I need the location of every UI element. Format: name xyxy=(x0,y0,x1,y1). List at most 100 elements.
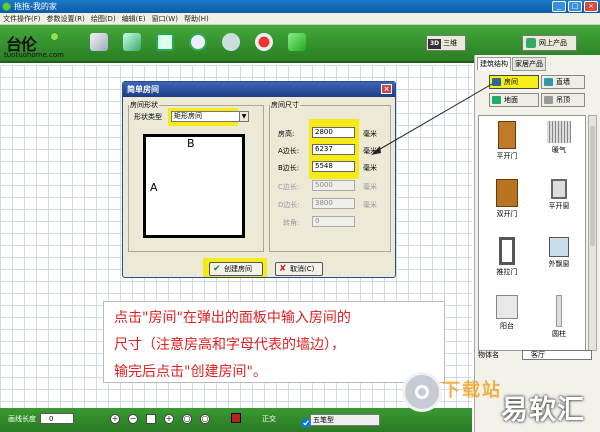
floor-button[interactable]: 地面 xyxy=(489,93,539,107)
watermark-text: 易软汇 xyxy=(501,395,585,426)
side-c-unit: 毫米 xyxy=(363,183,377,191)
app-icon xyxy=(2,2,11,11)
item-label: 阳台 xyxy=(500,322,514,330)
window-icon xyxy=(551,179,567,199)
shape-type-value: 矩形房间 xyxy=(174,112,202,120)
callout-line: 尺寸（注意房高和字母代表的墙边）， xyxy=(114,337,345,353)
floor-button-label: 地面 xyxy=(504,96,518,104)
rotate-icon[interactable]: ○ xyxy=(200,414,210,424)
wall-icon xyxy=(544,78,553,86)
pan-icon[interactable]: ○ xyxy=(182,414,192,424)
fit-view-icon[interactable] xyxy=(146,414,156,424)
create-room-button[interactable]: ✔ 创建房间 xyxy=(209,262,263,276)
ortho-checkbox-input[interactable] xyxy=(302,419,310,427)
ceiling-button-label: 吊顶 xyxy=(556,96,570,104)
list-item[interactable]: 推拉门 xyxy=(483,234,531,278)
list-item[interactable]: 圆柱 xyxy=(535,292,583,338)
radiator-icon xyxy=(547,121,571,143)
balcony-icon xyxy=(496,295,518,319)
logo-dot-icon xyxy=(50,32,59,41)
cancel-label: 取消(C) xyxy=(290,265,315,273)
list-item[interactable]: 阳台 xyxy=(483,292,531,336)
list-item[interactable]: 外飘窗 xyxy=(535,234,583,278)
side-b-length-field[interactable]: 5548 xyxy=(312,161,355,172)
zoom-in-icon[interactable]: + xyxy=(110,414,120,424)
tab-building-structure[interactable]: 建筑结构 xyxy=(477,57,511,71)
3d-view-label: 三维 xyxy=(443,39,458,47)
item-label: 平开门 xyxy=(496,152,518,160)
watermark: 下载站 易软汇 xyxy=(398,368,600,432)
callout-line: 输完后点击"创建房间"。 xyxy=(114,364,267,380)
3d-view-button[interactable]: 3D 三维 xyxy=(426,35,466,51)
menu-settings[interactable]: 参数设置(R) xyxy=(47,13,85,24)
floppy-icon[interactable] xyxy=(156,33,174,51)
menu-bar: 文件操作(F) 参数设置(R) 绘图(D) 编辑(E) 窗口(W) 帮助(H) xyxy=(0,13,600,25)
create-room-label: 创建房间 xyxy=(224,265,252,273)
tab-home-products[interactable]: 家居产品 xyxy=(512,57,546,71)
wall-length-label: 画线长度 xyxy=(8,415,36,423)
menu-file[interactable]: 文件操作(F) xyxy=(3,13,41,24)
title-bar: 拖拖-我的家 _ □ × xyxy=(0,0,600,13)
menu-help[interactable]: 帮助(H) xyxy=(184,13,209,24)
angle-select: 0 xyxy=(312,216,355,227)
refresh-icon[interactable] xyxy=(189,33,207,51)
wall-button[interactable]: 直墙 xyxy=(541,75,585,89)
height-field[interactable]: 2800 xyxy=(312,127,355,138)
watermark-logo-inner xyxy=(415,385,429,399)
object-name-field[interactable] xyxy=(522,350,592,360)
menu-edit[interactable]: 编辑(E) xyxy=(122,13,146,24)
sliding-door-icon xyxy=(499,237,515,265)
object-name-row: 物体名 xyxy=(478,349,596,361)
globe-icon xyxy=(526,38,536,48)
3d-badge: 3D xyxy=(428,39,442,49)
shape-type-select[interactable]: 矩形房间 ▼ xyxy=(171,111,249,122)
close-window-button[interactable]: × xyxy=(584,1,598,12)
save-icon[interactable] xyxy=(123,33,141,51)
scroll-thumb[interactable] xyxy=(590,126,595,246)
wall-button-label: 直墙 xyxy=(556,78,570,86)
minimize-button[interactable]: _ xyxy=(552,1,566,12)
angle-label: 转角: xyxy=(283,219,300,227)
menu-draw[interactable]: 绘图(D) xyxy=(91,13,116,24)
side-b-length-label: B边长: xyxy=(278,164,300,172)
list-item[interactable]: 暖气 xyxy=(535,118,583,162)
height-label: 房高: xyxy=(278,130,295,138)
ime-bar[interactable]: 五笔型 xyxy=(310,414,380,426)
zoom-out-icon[interactable]: − xyxy=(128,414,138,424)
list-item[interactable]: 双开门 xyxy=(483,176,531,220)
color-swatch-icon[interactable] xyxy=(231,413,241,423)
dialog-close-icon[interactable]: × xyxy=(381,84,392,94)
wall-length-field[interactable] xyxy=(40,413,74,424)
ceiling-button[interactable]: 吊顶 xyxy=(541,93,585,107)
side-c-length-field: 5000 xyxy=(312,180,355,191)
shape-type-label: 形状类型 xyxy=(134,113,162,121)
zoom-window-icon[interactable]: + xyxy=(164,414,174,424)
component-list: 平开门 暖气 双开门 平开窗 推拉门 外飘窗 阳台 圆柱 xyxy=(478,115,586,351)
list-item[interactable]: 平开门 xyxy=(483,118,531,162)
arrow-icon[interactable] xyxy=(288,33,306,51)
list-item[interactable]: 平开窗 xyxy=(535,176,583,220)
side-a-length-field[interactable]: 6237 xyxy=(312,144,355,155)
online-products-button[interactable]: 网上产品 xyxy=(522,35,577,51)
side-d-length-field: 3800 xyxy=(312,198,355,209)
list-scrollbar[interactable] xyxy=(588,115,597,351)
side-a-unit: 毫米 xyxy=(363,147,377,155)
open-icon[interactable] xyxy=(90,33,108,51)
shape-group-title: 房间形状 xyxy=(130,101,158,109)
ceiling-icon xyxy=(544,96,553,104)
maximize-button[interactable]: □ xyxy=(568,1,582,12)
side-c-length-label: C边长: xyxy=(278,183,300,191)
record-icon[interactable] xyxy=(255,33,273,51)
app-logo: 台伦 tuotuohome.com xyxy=(4,29,64,61)
cancel-button[interactable]: ✘ 取消(C) xyxy=(275,262,323,276)
ortho-checkbox[interactable]: 正交 xyxy=(262,414,310,427)
logo-url: tuotuohome.com xyxy=(4,51,64,59)
instruction-callout: 点击"房间"在弹出的面板中输入房间的 尺寸（注意房高和字母代表的墙边）， 输完后… xyxy=(103,301,445,383)
online-products-label: 网上产品 xyxy=(539,39,567,47)
room-button[interactable]: 房间 xyxy=(489,75,539,89)
item-label: 暖气 xyxy=(552,146,566,154)
side-d-unit: 毫米 xyxy=(363,201,377,209)
menu-window[interactable]: 窗口(W) xyxy=(152,13,178,24)
cancel-icon: ✘ xyxy=(279,264,287,274)
print-icon[interactable] xyxy=(222,33,240,51)
